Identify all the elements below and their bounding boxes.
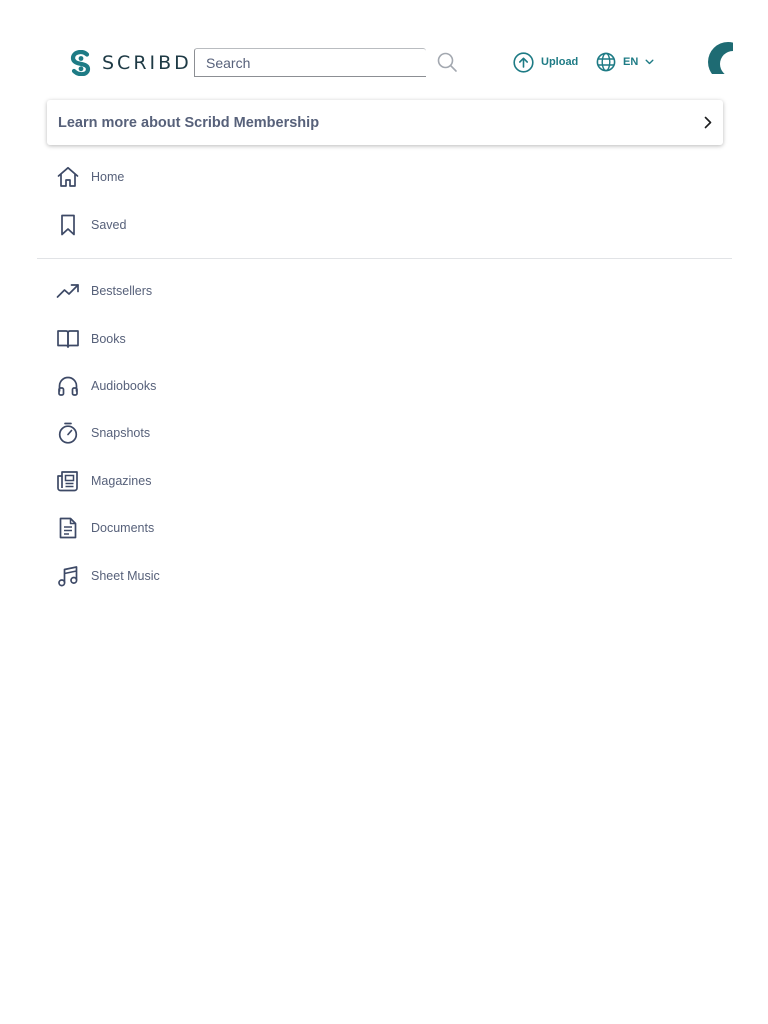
stopwatch-icon (56, 421, 80, 445)
nav-label-books: Books (91, 332, 126, 346)
trending-up-icon (56, 279, 80, 303)
document-icon (56, 516, 80, 540)
bookmark-icon (56, 213, 80, 237)
nav-label-snapshots: Snapshots (91, 426, 151, 440)
nav-item-magazines[interactable]: Magazines (56, 468, 151, 494)
language-label: EN (623, 56, 639, 68)
upload-label: Upload (541, 56, 579, 68)
chevron-right-icon (704, 116, 712, 129)
nav-label-magazines: Magazines (91, 474, 152, 488)
nav-item-books[interactable]: Books (56, 326, 126, 352)
scribd-logo[interactable]: SCRIBD (70, 49, 192, 77)
chevron-down-icon (645, 59, 654, 65)
headphones-icon (56, 374, 80, 398)
nav-item-bestsellers[interactable]: Bestsellers (56, 278, 152, 304)
nav-label-bestsellers: Bestsellers (91, 284, 153, 298)
brand-name: SCRIBD (102, 52, 192, 74)
search-button[interactable] (436, 51, 458, 73)
nav-label-saved: Saved (91, 218, 127, 232)
user-avatar[interactable] (708, 42, 733, 74)
nav-item-home[interactable]: Home (56, 164, 124, 190)
nav-divider (37, 258, 732, 259)
nav-label-home: Home (91, 170, 125, 184)
upload-button[interactable]: Upload (513, 51, 578, 73)
membership-banner-label: Learn more about Scribd Membership (58, 114, 320, 131)
home-icon (56, 165, 80, 189)
search-icon (436, 51, 458, 73)
membership-banner[interactable]: Learn more about Scribd Membership (47, 100, 723, 145)
nav-label-sheet-music: Sheet Music (91, 569, 160, 583)
nav-item-audiobooks[interactable]: Audiobooks (56, 373, 156, 399)
nav-item-documents[interactable]: Documents (56, 515, 154, 541)
search-box (194, 48, 426, 77)
scribd-s-logo-icon (70, 50, 92, 76)
newspaper-icon (56, 469, 80, 493)
open-book-icon (56, 327, 80, 351)
globe-icon (596, 52, 616, 72)
nav-label-documents: Documents (91, 521, 155, 535)
nav-label-audiobooks: Audiobooks (91, 379, 157, 393)
upload-icon (513, 51, 534, 73)
nav-item-saved[interactable]: Saved (56, 212, 126, 238)
top-header: SCRIBD Upload (0, 0, 768, 100)
music-note-icon (56, 564, 80, 588)
nav-item-sheet-music[interactable]: Sheet Music (56, 563, 160, 589)
nav-item-snapshots[interactable]: Snapshots (56, 420, 150, 446)
search-input[interactable] (195, 49, 426, 76)
language-selector[interactable]: EN (596, 51, 654, 73)
